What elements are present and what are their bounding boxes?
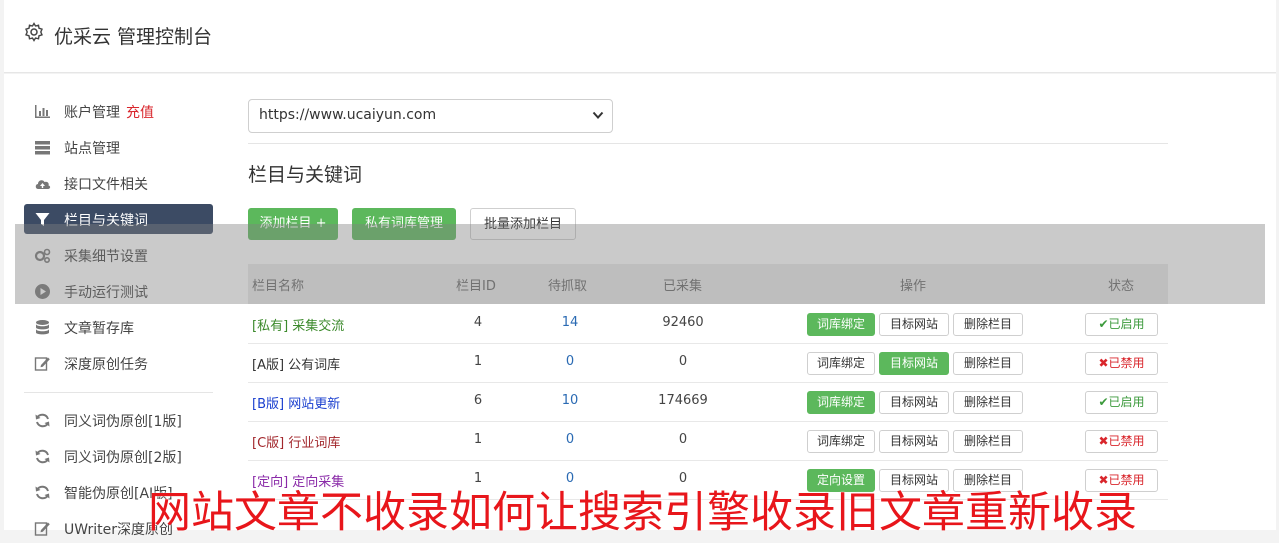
- column-name[interactable]: [私有] 采集交流: [252, 315, 344, 334]
- sidebar-item-deep-original[interactable]: 深度原创任务: [24, 348, 213, 378]
- sidebar-item-sites[interactable]: 站点管理: [24, 132, 213, 162]
- column-id: 4: [473, 315, 483, 330]
- divider: [248, 143, 1168, 144]
- target-site-button[interactable]: 目标网站: [879, 352, 949, 375]
- column-wait[interactable]: 10: [540, 393, 600, 408]
- gray-overlay-band: [15, 224, 1265, 304]
- lexicon-bind-button[interactable]: 词库绑定: [807, 352, 875, 375]
- delete-column-button[interactable]: 删除栏目: [953, 391, 1023, 414]
- sidebar-item-article-storage[interactable]: 文章暂存库: [24, 312, 213, 342]
- sidebar-item-label: 深度原创任务: [64, 357, 148, 373]
- column-wait[interactable]: 0: [540, 432, 600, 447]
- column-name[interactable]: [B版] 网站更新: [252, 393, 340, 412]
- sidebar-item-synonym-v2[interactable]: 同义词伪原创[2版]: [24, 441, 213, 471]
- sidebar-item-label: 同义词伪原创[2版]: [64, 450, 182, 466]
- target-site-button[interactable]: 目标网站: [879, 313, 949, 336]
- caption-banner: 网站文章不收录如何让搜索引擎收录旧文章重新收录: [148, 488, 1137, 538]
- sidebar-item-label: 同义词伪原创[1版]: [64, 414, 182, 430]
- column-done: 92460: [662, 315, 704, 330]
- section-title: 栏目与关键词: [248, 164, 363, 186]
- sidebar-divider: [24, 392, 213, 393]
- chevron-down-icon: [592, 111, 604, 119]
- column-name[interactable]: [C版] 行业词库: [252, 432, 340, 451]
- column-id: 1: [473, 354, 483, 369]
- server-icon: [35, 141, 50, 155]
- status-toggle[interactable]: ✖已禁用: [1085, 352, 1158, 375]
- column-done: 174669: [658, 393, 708, 408]
- gear-icon: [25, 22, 43, 42]
- column-id: 6: [473, 393, 483, 408]
- cloud-upload-icon: [35, 180, 51, 189]
- bar-chart-icon: [35, 105, 50, 118]
- database-icon: [36, 320, 49, 335]
- lexicon-bind-button[interactable]: 词库绑定: [807, 313, 875, 336]
- status-toggle[interactable]: ✔已启用: [1085, 313, 1158, 336]
- site-select[interactable]: https://www.ucaiyun.com: [248, 99, 613, 133]
- status-toggle[interactable]: ✔已启用: [1085, 391, 1158, 414]
- delete-column-button[interactable]: 删除栏目: [953, 430, 1023, 453]
- sidebar-item-account[interactable]: 账户管理 充值: [24, 96, 213, 126]
- delete-column-button[interactable]: 删除栏目: [953, 313, 1023, 336]
- refresh-icon: [35, 413, 50, 428]
- table-row: [私有] 采集交流 4 14 92460 词库绑定 目标网站 删除栏目 ✔已启用: [248, 304, 1168, 344]
- table-row: [A版] 公有词库 1 0 0 词库绑定 目标网站 删除栏目 ✖已禁用: [248, 343, 1168, 383]
- column-wait[interactable]: 0: [540, 354, 600, 369]
- target-site-button[interactable]: 目标网站: [879, 430, 949, 453]
- app-title: 优采云 管理控制台: [54, 26, 213, 48]
- target-site-button[interactable]: 目标网站: [879, 391, 949, 414]
- column-done: 0: [678, 432, 688, 447]
- sidebar-item-label: 接口文件相关: [64, 177, 148, 193]
- site-select-value: https://www.ucaiyun.com: [259, 107, 437, 123]
- column-id: 1: [473, 432, 483, 447]
- refresh-icon: [35, 485, 50, 500]
- column-done: 0: [678, 354, 688, 369]
- sidebar-item-interface-files[interactable]: 接口文件相关: [24, 168, 213, 198]
- lexicon-bind-button[interactable]: 词库绑定: [807, 430, 875, 453]
- edit-icon: [34, 522, 50, 536]
- table-row: [C版] 行业词库 1 0 0 词库绑定 目标网站 删除栏目 ✖已禁用: [248, 421, 1168, 461]
- sidebar-item-label: 文章暂存库: [64, 321, 134, 337]
- lexicon-bind-button[interactable]: 词库绑定: [807, 391, 875, 414]
- refresh-icon: [35, 449, 50, 464]
- recharge-link[interactable]: 充值: [126, 105, 154, 121]
- column-wait[interactable]: 14: [540, 315, 600, 330]
- sidebar-item-label: 账户管理: [64, 105, 120, 121]
- sidebar-item-synonym-v1[interactable]: 同义词伪原创[1版]: [24, 405, 213, 435]
- edit-icon: [34, 357, 50, 371]
- sidebar-item-label: 站点管理: [64, 141, 120, 157]
- status-toggle[interactable]: ✖已禁用: [1085, 430, 1158, 453]
- column-name[interactable]: [A版] 公有词库: [252, 354, 340, 373]
- app-header: 优采云 管理控制台: [4, 0, 1276, 73]
- delete-column-button[interactable]: 删除栏目: [953, 352, 1023, 375]
- table-row: [B版] 网站更新 6 10 174669 词库绑定 目标网站 删除栏目 ✔已启…: [248, 382, 1168, 422]
